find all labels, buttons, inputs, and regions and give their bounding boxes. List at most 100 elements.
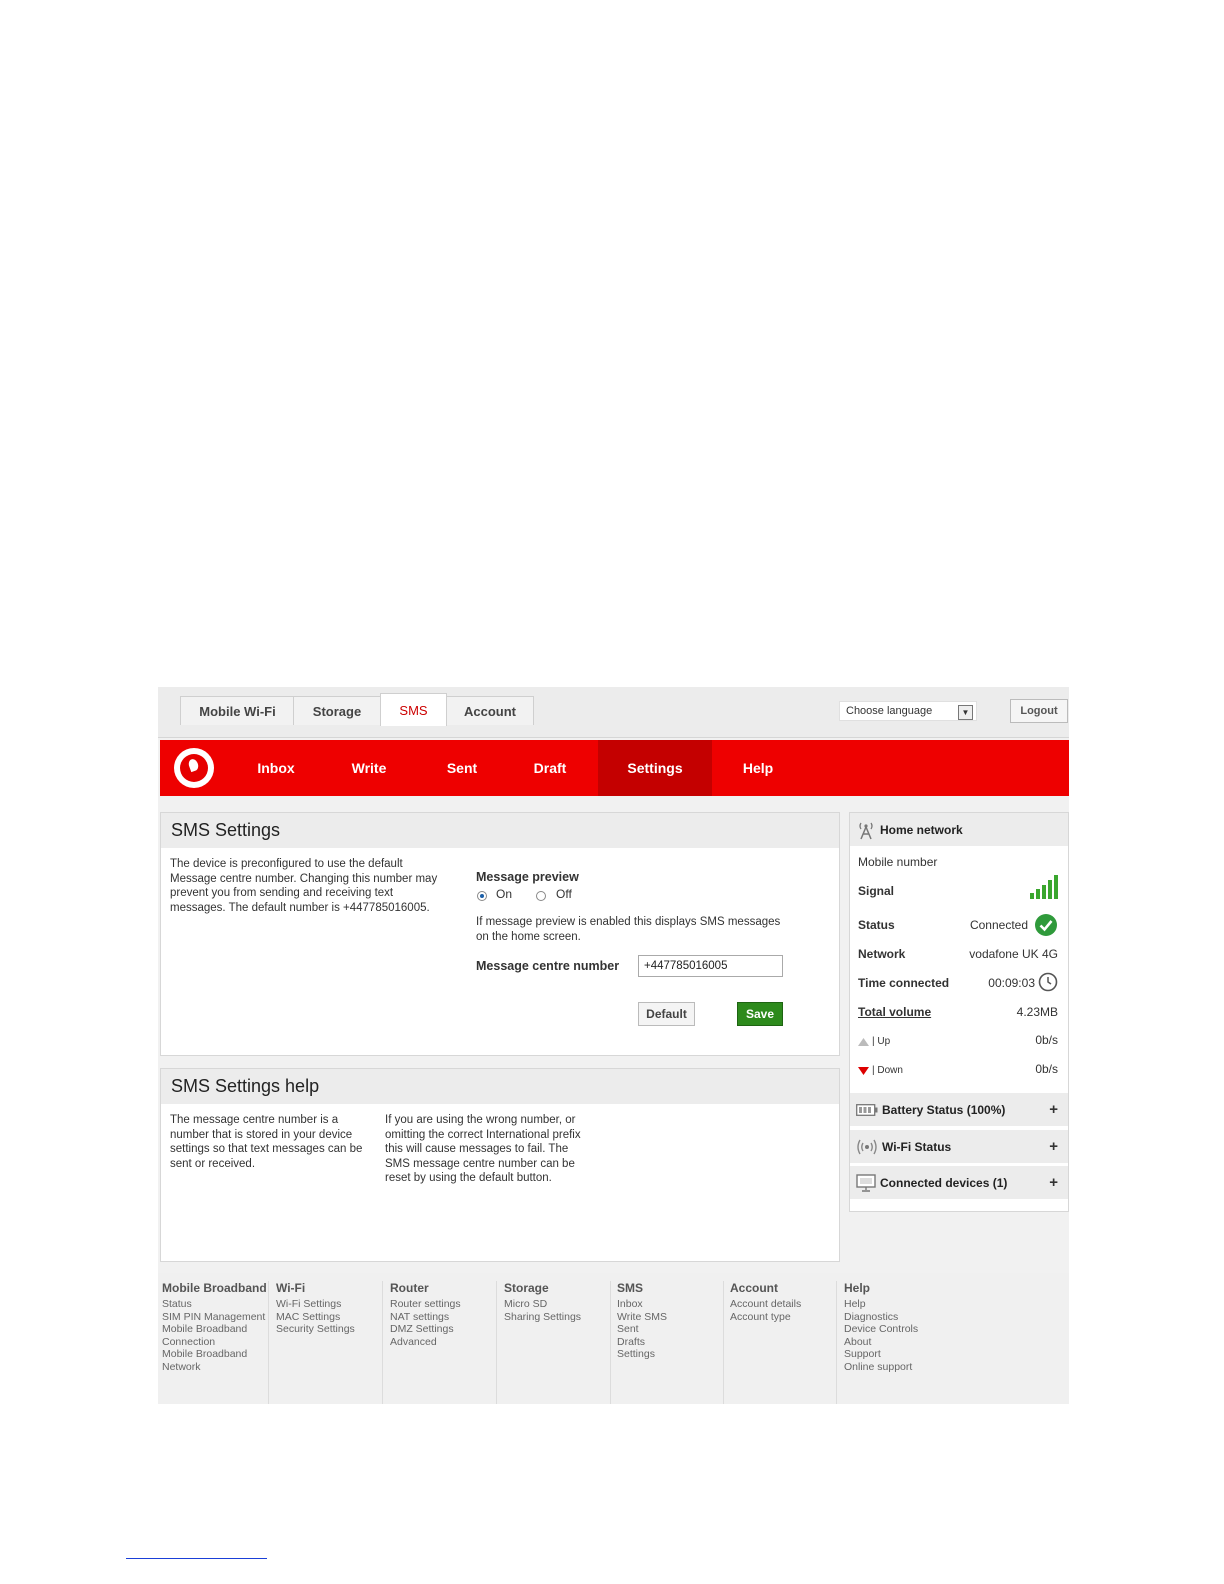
network-label: Network	[858, 947, 906, 961]
footer-link[interactable]: MAC Settings	[276, 1311, 382, 1324]
footer-link[interactable]: Inbox	[617, 1298, 723, 1311]
footer-col-wifi: Wi-Fi Wi-Fi Settings MAC Settings Securi…	[276, 1281, 383, 1404]
footer-link[interactable]: DMZ Settings	[390, 1323, 496, 1336]
message-preview-label: Message preview	[476, 870, 579, 884]
language-select[interactable]: Choose language ▼	[839, 701, 977, 721]
footer-col-storage: Storage Micro SD Sharing Settings	[504, 1281, 611, 1404]
time-connected-value: 00:09:03	[988, 976, 1035, 990]
footer-link[interactable]: Mobile Broadband	[162, 1323, 268, 1336]
footer-link[interactable]: Account type	[730, 1311, 836, 1324]
footer-link[interactable]: Wi-Fi Settings	[276, 1298, 382, 1311]
sms-settings-help-panel: SMS Settings help The message centre num…	[160, 1068, 840, 1262]
up-label: | Up	[872, 1036, 891, 1047]
nav-inbox[interactable]: Inbox	[232, 740, 320, 796]
home-network-header: Home network	[850, 813, 1068, 846]
status-sidebar: Home network Mobile number Signal Status…	[849, 812, 1069, 1212]
footnote-rule	[126, 1558, 267, 1559]
footer-link[interactable]: Connection	[162, 1336, 268, 1349]
expand-devices-icon[interactable]: +	[1049, 1174, 1058, 1191]
wifi-status-title: Wi-Fi Status	[882, 1139, 952, 1154]
help-column-1: The message centre number is a number th…	[170, 1114, 363, 1170]
network-value: vodafone UK 4G	[969, 947, 1058, 961]
default-button[interactable]: Default	[638, 1002, 695, 1026]
preview-off-radio[interactable]	[536, 891, 546, 901]
footer-link[interactable]: Advanced	[390, 1336, 496, 1349]
chevron-down-icon: ▼	[958, 705, 973, 720]
clock-icon	[1038, 972, 1058, 992]
message-centre-number-input[interactable]: +447785016005	[638, 955, 783, 977]
down-value: 0b/s	[1035, 1062, 1058, 1076]
preview-off-label: Off	[556, 887, 572, 901]
footer-link[interactable]: Device Controls	[844, 1323, 954, 1336]
status-value: Connected	[969, 918, 1028, 932]
footer-link[interactable]: SIM PIN Management	[162, 1311, 268, 1324]
expand-battery-icon[interactable]: +	[1049, 1101, 1058, 1118]
footer-link[interactable]: Status	[162, 1298, 268, 1311]
footer-link[interactable]: Sharing Settings	[504, 1311, 610, 1324]
arrow-up-icon	[858, 1037, 869, 1046]
footer-link[interactable]: Support	[844, 1348, 954, 1361]
footer-link[interactable]: Drafts	[617, 1336, 723, 1349]
expand-wifi-icon[interactable]: +	[1049, 1138, 1058, 1155]
tab-account[interactable]: Account	[446, 696, 534, 725]
sms-settings-help-title: SMS Settings help	[161, 1069, 839, 1104]
nav-settings[interactable]: Settings	[598, 740, 712, 796]
connected-devices-header[interactable]: Connected devices (1) +	[850, 1166, 1068, 1199]
footer-link[interactable]: Network	[162, 1361, 268, 1374]
battery-status-title: Battery Status (100%)	[882, 1102, 1006, 1117]
footer-col-sms: SMS Inbox Write SMS Sent Drafts Settings	[617, 1281, 724, 1404]
footer-link[interactable]: Diagnostics	[844, 1311, 954, 1324]
help-column-2: If you are using the wrong number, or om…	[385, 1114, 581, 1184]
antenna-icon	[856, 820, 876, 840]
footer-col-help: Help Help Diagnostics Device Controls Ab…	[844, 1281, 954, 1404]
footer-link[interactable]: Settings	[617, 1348, 723, 1361]
download-row: | Down	[858, 1065, 903, 1076]
logout-button[interactable]: Logout	[1010, 699, 1068, 723]
top-tab-bar: Mobile Wi-Fi Storage SMS Account Choose …	[158, 687, 1069, 738]
sms-settings-panel: SMS Settings The device is preconfigured…	[160, 812, 840, 1056]
tab-sms[interactable]: SMS	[380, 693, 447, 726]
connected-check-icon	[1034, 913, 1058, 937]
save-button[interactable]: Save	[737, 1002, 783, 1026]
sms-settings-title: SMS Settings	[161, 813, 839, 848]
total-volume-value: 4.23MB	[1016, 1005, 1058, 1019]
wifi-signal-icon	[856, 1138, 878, 1156]
language-select-value: Choose language	[846, 705, 933, 717]
footer-link[interactable]: Help	[844, 1298, 954, 1311]
nav-draft[interactable]: Draft	[506, 740, 594, 796]
footer-link[interactable]: About	[844, 1336, 954, 1349]
nav-sent[interactable]: Sent	[418, 740, 506, 796]
preview-note: If message preview is enabled this displ…	[476, 916, 781, 943]
footer-col-account: Account Account details Account type	[730, 1281, 837, 1404]
footer-link[interactable]: Write SMS	[617, 1311, 723, 1324]
footer-link[interactable]: Security Settings	[276, 1323, 382, 1336]
upload-row: | Up	[858, 1036, 890, 1047]
footer-link[interactable]: Micro SD	[504, 1298, 610, 1311]
sms-nav-bar: Inbox Write Sent Draft Settings Help	[160, 740, 1069, 796]
signal-strength-icon	[1030, 875, 1058, 899]
nav-help[interactable]: Help	[712, 740, 804, 796]
footer-sitemap: Mobile Broadband Status SIM PIN Manageme…	[158, 1273, 1069, 1404]
battery-status-header[interactable]: Battery Status (100%) +	[850, 1093, 1068, 1126]
preview-on-label: On	[496, 887, 513, 901]
footer-link[interactable]: Router settings	[390, 1298, 496, 1311]
preview-on-radio[interactable]	[477, 891, 487, 901]
tab-mobile-wifi[interactable]: Mobile Wi-Fi	[180, 696, 295, 725]
footer-link[interactable]: Mobile Broadband	[162, 1348, 268, 1361]
footer-link[interactable]: Account details	[730, 1298, 836, 1311]
nav-write[interactable]: Write	[325, 740, 413, 796]
footer-col-mobile-broadband: Mobile Broadband Status SIM PIN Manageme…	[162, 1281, 269, 1404]
status-label: Status	[858, 918, 895, 932]
down-label: | Down	[872, 1065, 903, 1076]
wifi-status-header[interactable]: Wi-Fi Status +	[850, 1130, 1068, 1163]
router-web-ui: Mobile Wi-Fi Storage SMS Account Choose …	[158, 687, 1069, 1404]
tab-storage[interactable]: Storage	[293, 696, 381, 725]
footer-link[interactable]: NAT settings	[390, 1311, 496, 1324]
message-centre-number-label: Message centre number	[476, 959, 620, 973]
footer-link[interactable]: Online support	[844, 1361, 954, 1374]
monitor-icon	[856, 1173, 876, 1192]
up-value: 0b/s	[1035, 1033, 1058, 1047]
total-volume-link[interactable]: Total volume	[858, 1005, 931, 1019]
footer-link[interactable]: Sent	[617, 1323, 723, 1336]
settings-description: The device is preconfigured to use the d…	[170, 858, 438, 914]
